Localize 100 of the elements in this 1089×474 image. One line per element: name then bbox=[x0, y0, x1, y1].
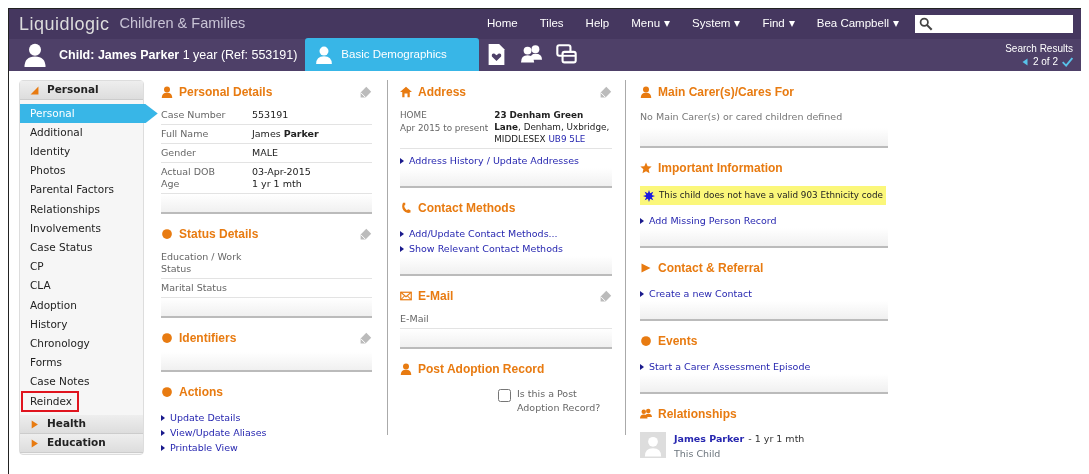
sidebar-item[interactable]: Adoption bbox=[20, 295, 143, 316]
person-link[interactable]: James Parker bbox=[674, 433, 745, 445]
search-results-label: Search Results bbox=[1005, 42, 1073, 55]
nav-menu[interactable]: System bbox=[692, 15, 741, 33]
bullet-icon bbox=[400, 230, 404, 237]
check-icon[interactable] bbox=[1062, 56, 1073, 67]
checkbox[interactable] bbox=[498, 389, 511, 402]
search-icon bbox=[919, 17, 933, 31]
subject-title: Child: James Parker 1 year (Ref: 553191) bbox=[59, 46, 298, 64]
bullet-icon bbox=[640, 290, 644, 297]
envelope-icon bbox=[400, 290, 412, 302]
burst-icon bbox=[643, 189, 655, 202]
person-icon bbox=[161, 86, 173, 98]
nav-link[interactable]: Home bbox=[487, 15, 518, 33]
link[interactable]: Address History / Update Addresses bbox=[409, 153, 579, 168]
link[interactable]: Create a new Contact bbox=[649, 286, 753, 302]
section-title: Important Information bbox=[658, 160, 783, 178]
person-icon bbox=[640, 86, 652, 98]
field-label: Gender bbox=[161, 147, 197, 159]
link[interactable]: Show Relevant Contact Methods bbox=[409, 241, 563, 256]
section-title: Personal Details bbox=[179, 84, 273, 101]
nav-menu[interactable]: Bea Campbell bbox=[816, 15, 899, 33]
field-label: E-Mail bbox=[400, 313, 430, 325]
relation-label: This Child bbox=[674, 446, 722, 461]
windows-icon bbox=[555, 44, 577, 65]
sidebar-item[interactable]: Involvements bbox=[20, 219, 143, 239]
bullet-icon bbox=[161, 228, 173, 240]
nav-link[interactable]: Help bbox=[585, 15, 610, 33]
bullet-icon bbox=[640, 217, 644, 224]
section-title: Contact Methods bbox=[418, 200, 516, 217]
star-icon bbox=[640, 162, 652, 175]
sidebar-item[interactable]: Forms bbox=[20, 353, 143, 373]
sidebar-item[interactable]: History bbox=[20, 315, 143, 335]
sidebar-item[interactable]: Case Notes bbox=[20, 372, 143, 392]
field-label: Marital Status bbox=[161, 282, 229, 294]
nav-menu[interactable]: Find bbox=[762, 15, 795, 33]
address-type: HOME bbox=[400, 109, 428, 122]
section-title: Relationships bbox=[658, 406, 737, 424]
field-value: 553191 bbox=[252, 109, 289, 121]
people-icon bbox=[520, 44, 542, 65]
field-value: 03-Apr-2015 bbox=[252, 166, 311, 178]
section-title: Identifiers bbox=[179, 330, 237, 347]
section-title: Status Details bbox=[179, 226, 259, 243]
section-title: Main Carer(s)/Cares For bbox=[658, 84, 795, 101]
section-title: Post Adoption Record bbox=[418, 361, 545, 378]
empty-message: No Main Carer(s) or cared children defined bbox=[640, 110, 844, 124]
bullet-icon bbox=[400, 157, 404, 164]
link[interactable]: Update Details bbox=[170, 410, 241, 425]
bullet-icon bbox=[400, 245, 404, 252]
person-icon bbox=[400, 363, 412, 375]
sidebar-group[interactable]: Health bbox=[20, 415, 143, 434]
sidebar-item[interactable]: Relationships bbox=[20, 199, 143, 220]
sidebar-item[interactable]: Chronology bbox=[20, 334, 143, 354]
address-period: Apr 2015 to present bbox=[400, 122, 489, 136]
person-age: - 1 yr 1 mth bbox=[748, 433, 805, 445]
sidebar-group[interactable]: Education bbox=[20, 434, 143, 453]
phone-icon bbox=[400, 202, 412, 214]
section-title: E-Mail bbox=[418, 288, 454, 305]
previous-icon[interactable] bbox=[1020, 56, 1029, 67]
triangle-icon bbox=[640, 262, 652, 275]
field-label: Actual DOB bbox=[161, 166, 217, 178]
sidebar-item[interactable]: Additional bbox=[20, 123, 143, 143]
field-label: Case Number bbox=[161, 109, 227, 121]
avatar-icon bbox=[640, 432, 666, 459]
section-title: Events bbox=[658, 333, 698, 351]
sidebar-item[interactable]: Reindex bbox=[22, 391, 78, 411]
field-value: James Parker bbox=[252, 128, 319, 140]
link[interactable]: Add Missing Person Record bbox=[649, 213, 777, 229]
field-label: Education / Work Status bbox=[161, 251, 243, 275]
field-value: 1 yr 1 mth bbox=[252, 178, 302, 190]
alert-text: This child does not have a valid 903 Ethnicity code bbox=[659, 189, 883, 203]
checkbox-label: Is this a Post Adoption Record? bbox=[517, 387, 602, 416]
collapse-icon bbox=[30, 85, 39, 95]
sidebar-item[interactable]: Photos bbox=[20, 161, 143, 181]
postcode-link[interactable]: UB9 5LE bbox=[548, 134, 586, 144]
link[interactable]: Add/Update Contact Methods... bbox=[409, 226, 558, 241]
sidebar-group[interactable]: Personal bbox=[20, 81, 143, 100]
sidebar-item[interactable]: Parental Factors bbox=[20, 180, 143, 200]
person-icon bbox=[315, 45, 334, 64]
sidebar-item[interactable]: Case Status bbox=[20, 238, 143, 258]
sidebar-item[interactable]: CP bbox=[20, 257, 143, 277]
link[interactable]: View/Update Aliases bbox=[170, 425, 267, 440]
bullet-icon bbox=[161, 414, 165, 421]
nav-menu[interactable]: Menu bbox=[631, 15, 671, 33]
link[interactable]: Start a Carer Assessment Episode bbox=[649, 359, 811, 375]
sidebar-item[interactable]: CLA bbox=[20, 276, 143, 296]
field-label: Age bbox=[161, 178, 181, 190]
bullet-icon bbox=[640, 363, 644, 370]
sidebar-item[interactable]: Identity bbox=[20, 142, 143, 162]
person-icon bbox=[23, 43, 47, 67]
people-icon bbox=[640, 408, 652, 421]
bullet-icon bbox=[161, 444, 165, 451]
link[interactable]: Printable View bbox=[170, 440, 238, 455]
bullet-icon bbox=[161, 332, 173, 344]
section-title: Contact & Referral bbox=[658, 260, 764, 278]
bullet-icon bbox=[161, 429, 165, 436]
logo[interactable]: Liquidlogic bbox=[19, 10, 110, 38]
field-label: Full Name bbox=[161, 128, 210, 140]
nav-link[interactable]: Tiles bbox=[539, 15, 564, 33]
search-field[interactable] bbox=[915, 15, 1073, 33]
